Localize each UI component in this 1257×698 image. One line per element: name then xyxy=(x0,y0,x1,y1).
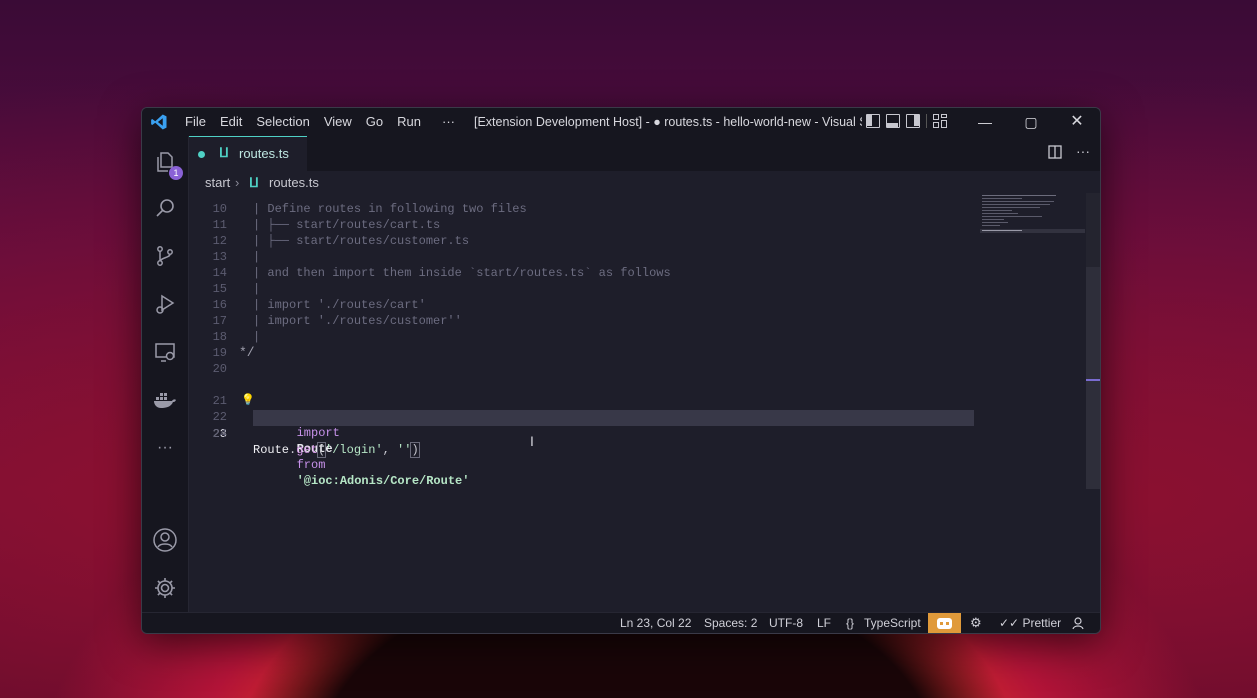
customize-layout-icon[interactable] xyxy=(933,114,947,128)
copilot-icon[interactable] xyxy=(928,613,961,633)
text-cursor-icon: I xyxy=(530,433,534,449)
run-debug-icon[interactable] xyxy=(151,290,179,318)
title-bar: File Edit Selection View Go Run ··· [Ext… xyxy=(142,108,1100,136)
cursor-position[interactable]: Ln 23, Col 22 xyxy=(620,613,691,633)
explorer-icon[interactable]: 1 xyxy=(151,148,183,180)
divider xyxy=(926,114,927,128)
indentation[interactable]: Spaces: 2 xyxy=(704,613,757,633)
menu-run[interactable]: Run xyxy=(390,108,428,136)
accounts-icon[interactable] xyxy=(151,526,179,554)
code-line: 19 */ xyxy=(212,345,255,360)
language-mode[interactable]: TypeScript xyxy=(864,613,921,633)
feedback-icon[interactable] xyxy=(1071,613,1085,633)
code-line-current: 23 Route.get('/login', '') xyxy=(212,427,420,458)
code-line: 17 | import './routes/customer'' xyxy=(212,314,462,328)
code-line: | xyxy=(189,185,979,195)
notifications-icon[interactable]: ⚙ xyxy=(970,613,982,633)
split-editor-icon[interactable] xyxy=(1048,145,1062,162)
end-of-line[interactable]: LF xyxy=(817,613,831,633)
close-button[interactable]: ✕ xyxy=(1054,108,1100,136)
more-views-icon[interactable]: ··· xyxy=(151,434,179,462)
prettier-status[interactable]: ✓✓ Prettier xyxy=(999,613,1061,633)
menu-more[interactable]: ··· xyxy=(428,108,462,136)
maximize-button[interactable]: ▢ xyxy=(1008,108,1054,136)
code-line: 10 | Define routes in following two files xyxy=(212,202,527,216)
menu-view[interactable]: View xyxy=(317,108,359,136)
code-line: 14 | and then import them inside `start/r… xyxy=(212,266,671,280)
toggle-secondary-sidebar-icon[interactable] xyxy=(906,114,920,128)
menu-go[interactable]: Go xyxy=(359,108,390,136)
code-line: 16 | import './routes/cart' xyxy=(212,298,426,312)
scrollbar-track xyxy=(1086,193,1100,267)
code-line: 15 | xyxy=(212,282,261,296)
code-line: 12 | ├── start/routes/customer.ts xyxy=(212,234,470,248)
code-line: 22 💡 xyxy=(212,393,255,424)
vscode-logo-icon xyxy=(151,114,167,130)
menu-edit[interactable]: Edit xyxy=(213,108,249,136)
search-icon[interactable] xyxy=(151,194,179,222)
toggle-primary-sidebar-icon[interactable] xyxy=(866,114,880,128)
code-line: 13 | xyxy=(212,250,261,264)
docker-icon[interactable] xyxy=(151,386,179,414)
minimap[interactable] xyxy=(980,193,1085,493)
window-title: [Extension Development Host] - ● routes.… xyxy=(474,115,862,129)
explorer-badge: 1 xyxy=(169,166,183,180)
code-line: 18 | xyxy=(212,330,261,344)
menu-bar: File Edit Selection View Go Run ··· xyxy=(178,108,462,136)
vertical-scrollbar[interactable] xyxy=(1086,267,1100,489)
vscode-window: File Edit Selection View Go Run ··· [Ext… xyxy=(141,107,1101,634)
lightbulb-icon[interactable]: 💡 xyxy=(241,393,255,409)
code-editor[interactable]: | 10| Define routes in following two fil… xyxy=(189,193,1100,612)
code-line-import: 21 import Route from '@ioc:Adonis/Core/R… xyxy=(212,394,470,488)
menu-selection[interactable]: Selection xyxy=(249,108,316,136)
tab-routes-ts[interactable]: ⵡ routes.ts xyxy=(189,136,307,171)
menu-file[interactable]: File xyxy=(178,108,213,136)
status-bar: Ln 23, Col 22 Spaces: 2 UTF-8 LF {} Type… xyxy=(142,612,1100,633)
code-line: 11 | ├── start/routes/cart.ts xyxy=(212,218,441,232)
minimize-button[interactable]: — xyxy=(962,108,1008,136)
braces-icon: {} xyxy=(846,616,855,630)
encoding[interactable]: UTF-8 xyxy=(769,613,803,633)
activity-bar: 1 ··· xyxy=(142,136,189,612)
more-actions-icon[interactable]: ··· xyxy=(1076,144,1090,162)
scrollbar-cursor-marker xyxy=(1086,379,1100,381)
source-control-icon[interactable] xyxy=(151,242,179,270)
tab-actions: ··· xyxy=(1048,144,1090,162)
layout-controls xyxy=(866,114,947,128)
tab-label: routes.ts xyxy=(239,146,289,161)
unsaved-dot-icon xyxy=(198,151,205,158)
code-line: 20 xyxy=(212,362,227,376)
settings-gear-icon[interactable] xyxy=(151,574,179,602)
remote-explorer-icon[interactable] xyxy=(151,338,179,366)
code-line: 24 xyxy=(212,427,227,441)
typescript-file-icon: ⵡ xyxy=(219,145,229,160)
window-controls: — ▢ ✕ xyxy=(962,108,1100,136)
editor-tab-bar: ⵡ routes.ts ··· xyxy=(189,136,1100,171)
toggle-panel-icon[interactable] xyxy=(886,114,900,128)
